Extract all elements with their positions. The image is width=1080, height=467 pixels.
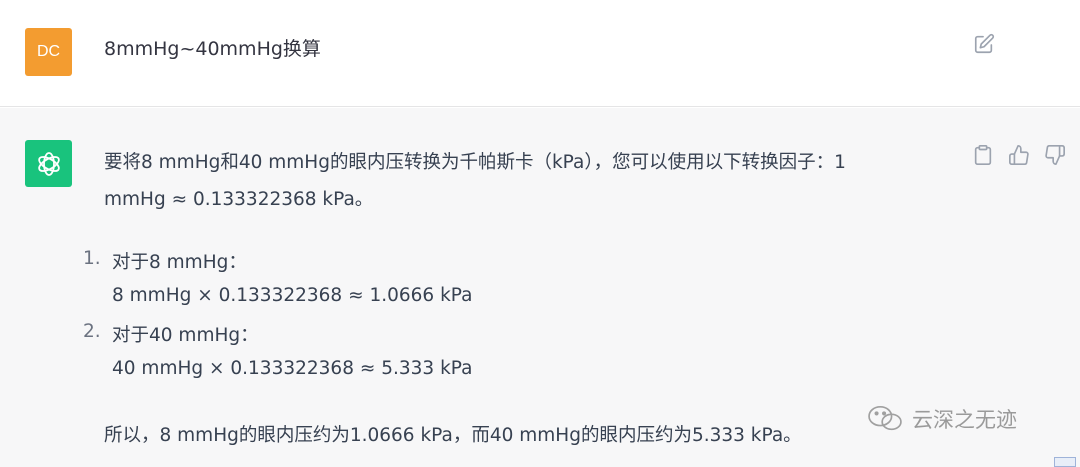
intro-line-2: mmHg ≈ 0.133322368 kPa。 — [104, 189, 374, 210]
corner-mark — [1054, 457, 1076, 467]
user-message-row: DC 8mmHg~40mmHg换算 — [0, 0, 1080, 107]
list-item-calculation: 40 mmHg × 0.133322368 ≈ 5.333 kPa — [112, 358, 473, 379]
list-item-calculation: 8 mmHg × 0.133322368 ≈ 1.0666 kPa — [112, 285, 473, 306]
openai-logo-icon — [37, 151, 60, 176]
list-item-number: 2. — [83, 321, 101, 342]
conclusion-text: 所以，8 mmHg的眼内压约为1.0666 kPa，而40 mmHg的眼内压约为… — [104, 425, 802, 446]
edit-icon[interactable] — [973, 33, 995, 55]
watermark: 云深之无迹 — [866, 404, 1017, 434]
assistant-message-row: 要将8 mmHg和40 mmHg的眼内压转换为千帕斯卡（kPa），您可以使用以下… — [0, 108, 1080, 467]
assistant-avatar — [25, 140, 72, 187]
user-message-text: 8mmHg~40mmHg换算 — [104, 38, 321, 60]
list-item-number: 1. — [83, 248, 101, 269]
clipboard-icon[interactable] — [972, 144, 994, 166]
intro-line-1: 要将8 mmHg和40 mmHg的眼内压转换为千帕斯卡（kPa），您可以使用以下… — [104, 152, 846, 173]
watermark-text: 云深之无迹 — [912, 408, 1017, 432]
list-item-title: 对于40 mmHg： — [112, 325, 259, 346]
message-actions — [972, 144, 1066, 166]
thumbs-up-icon[interactable] — [1008, 144, 1030, 166]
user-avatar: DC — [25, 28, 72, 76]
list-item-title: 对于8 mmHg： — [112, 252, 247, 273]
wechat-icon — [868, 405, 902, 431]
thumbs-down-icon[interactable] — [1044, 144, 1066, 166]
